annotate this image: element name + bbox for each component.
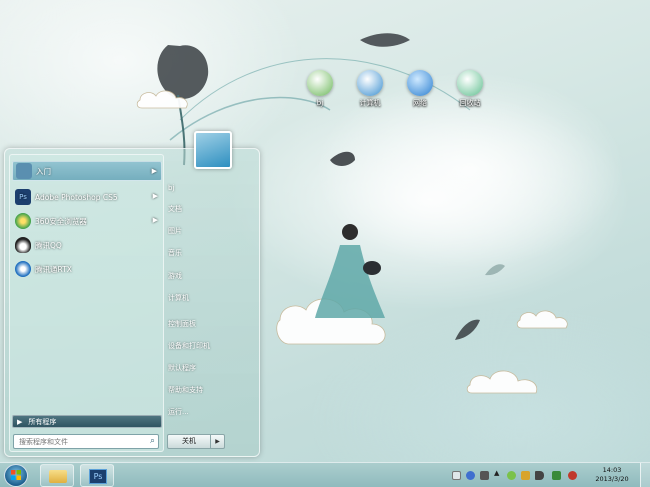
recycle-bin-icon <box>457 70 483 96</box>
desktop-icon-network[interactable]: 网络 <box>396 70 444 108</box>
submenu-arrow-icon: ▶ <box>152 216 158 224</box>
chevron-up-icon[interactable]: ▲ <box>494 469 499 477</box>
start-button[interactable] <box>4 464 28 487</box>
right-item-label: 计算机 <box>168 294 189 302</box>
play-triangle-icon: ▶ <box>17 417 23 426</box>
right-item-label: 游戏 <box>168 272 182 280</box>
desktop-icon-label: 计算机 <box>359 99 381 107</box>
flag-icon[interactable] <box>480 471 489 480</box>
windows-logo-icon <box>11 470 21 480</box>
right-item-label: bj <box>168 184 175 192</box>
start-right-item-default-programs[interactable]: 默认程序 <box>168 360 248 376</box>
taskbar-photoshop-button[interactable]: Ps <box>80 464 114 487</box>
clock-time: 14:03 <box>602 466 622 474</box>
taskbar-explorer-button[interactable] <box>40 464 74 487</box>
right-item-label: 控制面板 <box>168 320 196 328</box>
library-icon <box>307 70 333 96</box>
start-menu-programs-pane: 入门 ▶ Ps Adobe Photoshop CS5 ▶ 360安全浏览器 ▶… <box>9 154 164 452</box>
start-right-item-devices-printers[interactable]: 设备和打印机 <box>168 338 248 354</box>
clock-date: 2013/3/20 <box>595 475 629 483</box>
desktop-icon-label: 回收站 <box>459 99 481 107</box>
program-item-360-browser[interactable]: 360安全浏览器 ▶ <box>12 211 162 231</box>
program-item-label: Adobe Photoshop CS5 <box>35 192 118 202</box>
volume-icon[interactable] <box>535 471 544 480</box>
search-icon[interactable]: ⌕ <box>150 436 155 446</box>
desktop-icon-label: bj <box>316 99 324 107</box>
desktop-icon-bj[interactable]: bj <box>296 70 344 107</box>
right-item-label: 运行... <box>168 408 189 416</box>
photoshop-icon: Ps <box>15 189 31 205</box>
search-input[interactable] <box>14 435 142 448</box>
help-icon[interactable] <box>466 471 475 480</box>
right-item-label: 文档 <box>168 205 182 213</box>
shutdown-control: 关机 ▶ <box>167 434 225 449</box>
globe-icon <box>407 70 433 96</box>
all-programs-button[interactable]: ▶ 所有程序 <box>12 415 162 428</box>
program-item-label: 腾讯QQ <box>35 240 62 250</box>
program-item-qq[interactable]: 腾讯QQ <box>12 235 162 255</box>
qq-penguin-icon <box>15 237 31 253</box>
clock[interactable]: 14:03 2013/3/20 <box>588 466 636 484</box>
start-right-item-run[interactable]: 运行... <box>168 404 248 420</box>
start-right-item-documents[interactable]: 文档 <box>168 201 248 217</box>
show-desktop-button[interactable] <box>640 463 650 487</box>
people-icon[interactable] <box>552 471 561 480</box>
program-item-label: 入门 <box>36 166 51 176</box>
folder-icon <box>49 470 67 483</box>
right-item-label: 帮助和支持 <box>168 386 203 394</box>
right-item-label: 默认程序 <box>168 364 196 372</box>
desktop-icon-recycle-bin[interactable]: 回收站 <box>446 70 494 108</box>
user-avatar[interactable] <box>194 131 232 169</box>
program-item-getting-started[interactable]: 入门 ▶ <box>12 161 162 181</box>
shutdown-button[interactable]: 关机 <box>167 434 211 449</box>
360-browser-icon <box>15 213 31 229</box>
taskbar: Ps ▲ 14:03 2013/3/20 <box>0 462 650 487</box>
photoshop-icon: Ps <box>89 469 107 484</box>
shield-icon[interactable] <box>521 471 530 480</box>
program-item-label: 腾讯通RTX <box>35 264 72 274</box>
desktop-icon-computer[interactable]: 计算机 <box>346 70 394 108</box>
network-icon[interactable] <box>507 471 516 480</box>
start-right-item-games[interactable]: 游戏 <box>168 268 248 284</box>
right-item-label: 音乐 <box>168 249 182 257</box>
start-right-item-control-panel[interactable]: 控制面板 <box>168 316 248 332</box>
start-right-item-music[interactable]: 音乐 <box>168 245 248 261</box>
start-search-box: ⌕ <box>13 434 159 449</box>
keyboard-icon[interactable] <box>452 471 461 480</box>
start-right-item-computer[interactable]: 计算机 <box>168 290 248 306</box>
right-item-label: 设备和打印机 <box>168 342 210 350</box>
getting-started-icon <box>16 163 32 179</box>
start-right-item-bj[interactable]: bj <box>168 180 248 196</box>
shutdown-options-button[interactable]: ▶ <box>211 434 225 449</box>
power-icon[interactable] <box>568 471 577 480</box>
submenu-arrow-icon: ▶ <box>152 192 158 200</box>
right-item-label: 图片 <box>168 227 182 235</box>
desktop-icon-label: 网络 <box>413 99 427 107</box>
start-right-item-help-support[interactable]: 帮助和支持 <box>168 382 248 398</box>
computer-icon <box>357 70 383 96</box>
program-item-photoshop[interactable]: Ps Adobe Photoshop CS5 ▶ <box>12 187 162 207</box>
submenu-arrow-icon: ▶ <box>151 167 157 175</box>
rtx-icon <box>15 261 31 277</box>
program-item-label: 360安全浏览器 <box>35 216 87 226</box>
start-right-item-pictures[interactable]: 图片 <box>168 223 248 239</box>
program-item-rtx[interactable]: 腾讯通RTX <box>12 259 162 279</box>
all-programs-label: 所有程序 <box>28 417 57 426</box>
